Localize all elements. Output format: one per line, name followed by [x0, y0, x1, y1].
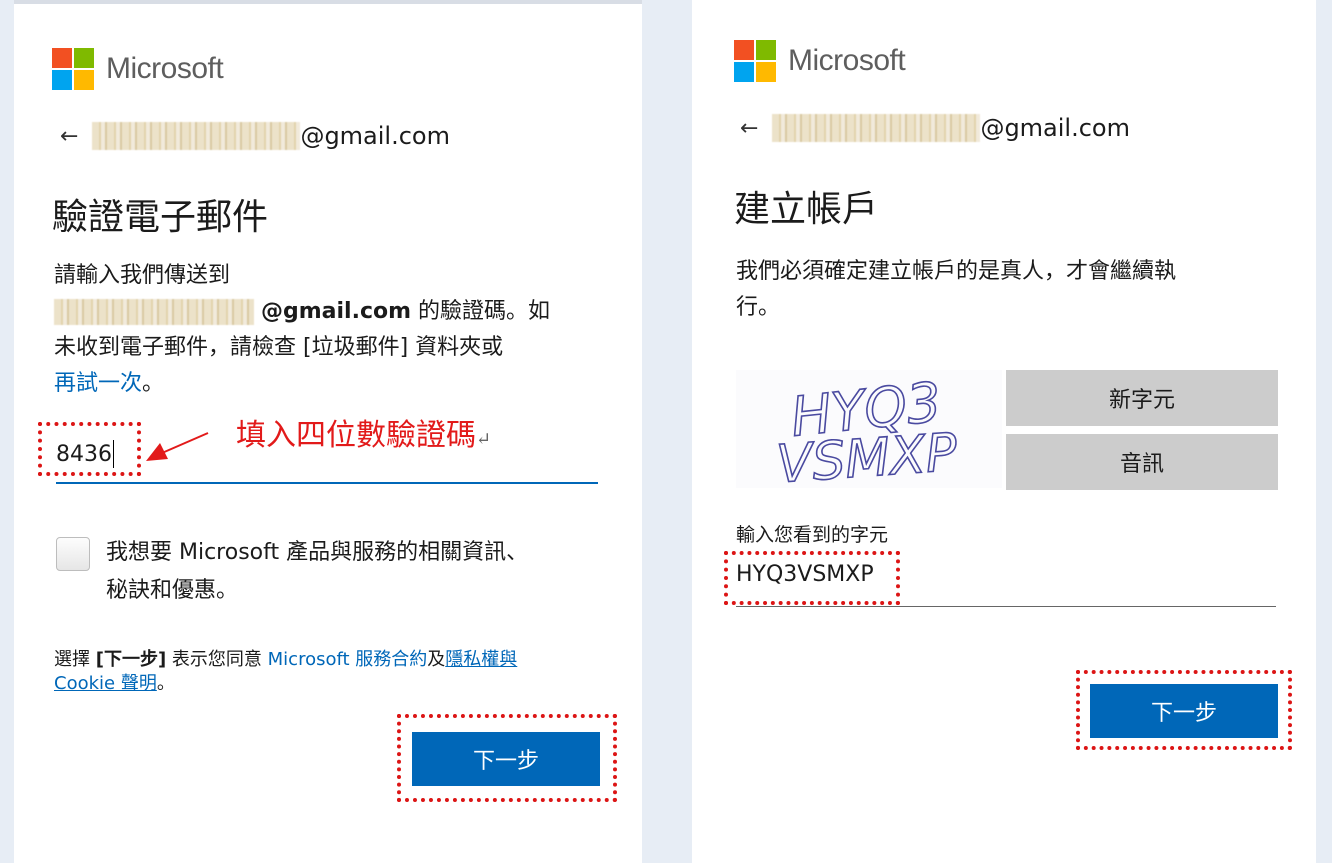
- privacy-link[interactable]: 隱私權與: [445, 649, 517, 670]
- instruction-line-1: 請輸入我們傳送到: [54, 263, 231, 288]
- microsoft-logo: Microsoft: [52, 48, 224, 90]
- identity-banner: ← @gmail.com: [60, 122, 450, 150]
- captcha-image: HYQ3 VSMXP: [736, 370, 1002, 488]
- audio-captcha-button[interactable]: 音訊: [1006, 434, 1278, 490]
- code-highlight-box: [38, 422, 141, 476]
- email-domain: @gmail.com: [300, 122, 450, 150]
- terms-text: 選擇 [下一步] 表示您同意 Microsoft 服務合約及隱私權與 Cooki…: [54, 649, 518, 694]
- service-agreement-link[interactable]: Microsoft 服務合約: [268, 649, 428, 670]
- code-input-underline: [56, 482, 598, 484]
- microsoft-windows-icon: [52, 48, 94, 90]
- terms-next-bold: [下一步]: [95, 649, 167, 670]
- email-domain: @gmail.com: [980, 114, 1130, 142]
- instruction-line-2: 行。: [736, 295, 781, 320]
- redacted-email-username: [92, 122, 301, 150]
- microsoft-windows-icon: [734, 40, 776, 82]
- microsoft-logo: Microsoft: [734, 40, 906, 82]
- instruction-text: 請輸入我們傳送到 @gmail.com 的驗證碼。如 未收到電子郵件，請檢查 […: [54, 258, 614, 402]
- marketing-opt-in-label[interactable]: 我想要 Microsoft 產品與服務的相關資訊、 秘訣和優惠。: [106, 534, 528, 610]
- annotation-label: 填入四位數驗證碼↵: [236, 418, 492, 453]
- cookie-statement-link[interactable]: Cookie 聲明: [54, 673, 157, 694]
- back-arrow-icon[interactable]: ←: [60, 124, 78, 149]
- captcha-input-label: 輸入您看到的字元: [736, 524, 889, 546]
- identity-banner: ← @gmail.com: [740, 114, 1130, 142]
- captcha-highlight-box: [724, 551, 900, 605]
- brand-name: Microsoft: [788, 44, 906, 77]
- next-button-highlight-box: [1076, 670, 1292, 750]
- instruction-line-3: 未收到電子郵件，請檢查 [垃圾郵件] 資料夾或: [54, 335, 504, 360]
- marketing-opt-in-checkbox[interactable]: [56, 537, 90, 571]
- instruction-line-1: 我們必須確定建立帳戶的是真人，才會繼續執: [736, 259, 1177, 284]
- new-characters-button[interactable]: 新字元: [1006, 370, 1278, 426]
- return-mark-icon: ↵: [476, 429, 492, 450]
- retry-link[interactable]: 再試一次: [54, 371, 142, 396]
- create-account-panel: Microsoft ← @gmail.com 建立帳戶 我們必須確定建立帳戶的是…: [692, 0, 1316, 863]
- page-title: 驗證電子郵件: [52, 197, 269, 238]
- instruction-line-2: 的驗證碼。如: [411, 299, 551, 324]
- instruction-text: 我們必須確定建立帳戶的是真人，才會繼續執 行。: [736, 254, 1296, 326]
- email-domain-bold: @gmail.com: [261, 299, 412, 324]
- captcha-row-2: VSMXP: [775, 423, 960, 488]
- next-button-highlight-box: [397, 714, 617, 802]
- redacted-email-username: [772, 114, 981, 142]
- captcha-input-underline: [736, 606, 1276, 607]
- back-arrow-icon[interactable]: ←: [740, 116, 758, 141]
- redacted-email-username: [54, 299, 254, 325]
- annotation-arrow-icon: [146, 432, 209, 461]
- brand-name: Microsoft: [106, 52, 224, 85]
- page-title: 建立帳戶: [734, 189, 879, 230]
